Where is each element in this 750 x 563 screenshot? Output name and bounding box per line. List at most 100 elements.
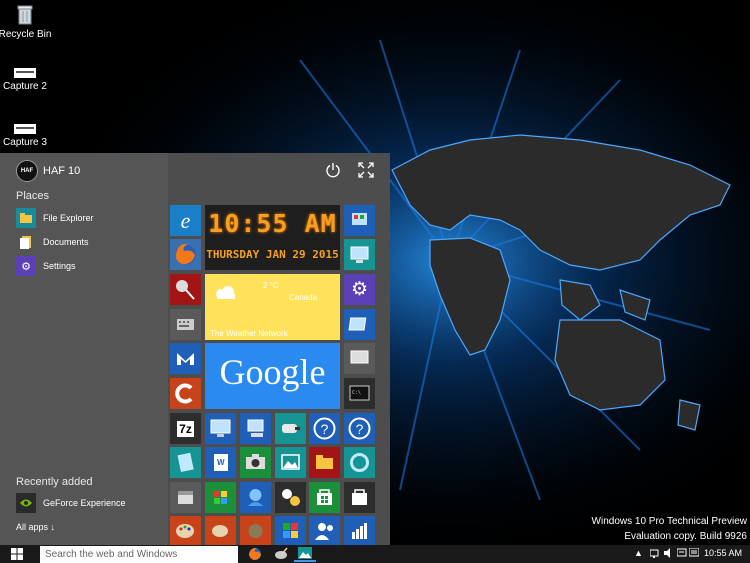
tile-app-blue-right-1[interactable] [344,205,375,236]
photos-icon [281,454,300,470]
recent-geforce-experience[interactable]: GeForce Experience [16,493,126,513]
user-account[interactable]: HAF HAF 10 [16,159,80,183]
command-prompt-icon: C:\ [349,385,370,401]
monitor-icon [350,246,369,263]
tile-photos[interactable] [275,447,306,478]
desktop-icon-capture-2[interactable]: Capture 2 [0,68,60,92]
desktop-icon-capture-3[interactable]: Capture 3 [0,124,60,148]
malwarebytes-icon [177,353,194,365]
image-file-icon [14,124,36,134]
calculator-icon [178,491,193,504]
firefox-icon [175,243,196,265]
tile-app-teal-mouse[interactable] [275,413,306,444]
tile-app-blue-3[interactable] [275,516,306,545]
tile-settings[interactable]: ⚙ [344,274,375,305]
start-menu: HAF HAF 10 Places File Explorer Document… [0,153,390,545]
tile-app-red[interactable] [170,274,201,305]
tile-app-grey-2[interactable] [170,482,201,513]
tile-clock[interactable]: 10:55 AM THURSDAY JAN 29 2015 [205,205,340,270]
svg-text:W: W [217,458,225,467]
tile-app-blue-right-2[interactable] [344,309,375,340]
finance-icon [283,523,298,538]
help-icon: ? [348,417,371,440]
weather-source: The Weather Network [210,329,288,338]
camera-icon [246,454,265,469]
tile-people[interactable] [309,516,340,545]
tile-google[interactable]: Google [205,343,340,409]
taskbar: Search the web and Windows ▲ 10:55 AM [0,545,750,563]
tile-app-blue-4[interactable] [344,516,375,545]
help-icon: ? [313,417,336,440]
tile-app-teal-right[interactable] [344,239,375,270]
action-center-icon[interactable] [689,548,699,558]
bars-icon [352,523,367,539]
language-icon[interactable] [677,548,687,558]
taskbar-app-paint[interactable] [270,546,292,562]
tile-help-2[interactable]: ? [344,413,375,444]
tile-app-teal-2[interactable] [344,447,375,478]
tile-remote-desktop[interactable] [205,413,236,444]
tile-app-green[interactable] [205,482,236,513]
tile-network[interactable] [240,413,271,444]
recent-label: GeForce Experience [43,498,126,508]
weather-location: Canada [289,293,318,302]
tile-app-grey[interactable] [170,309,201,340]
tile-app-blue-2[interactable] [240,482,271,513]
tile-camera[interactable] [240,447,271,478]
all-apps-button[interactable]: All apps ↓ [16,522,55,532]
tile-app-red-folder[interactable] [309,447,340,478]
people-icon [315,523,333,540]
build-watermark-line2: Evaluation copy. Build 9926 [624,531,747,542]
store-icon [317,489,332,505]
start-button[interactable] [0,545,34,563]
recently-added-heading: Recently added [16,476,93,488]
tile-app-orange[interactable] [205,516,236,545]
tile-store-2[interactable] [344,482,375,513]
folder-icon [16,208,36,228]
tile-app-teal-1[interactable] [170,447,201,478]
tile-help-1[interactable]: ? [309,413,340,444]
recycle-bin-icon [17,5,33,25]
tile-app-grey-right[interactable] [344,343,375,374]
google-logo-text: Google [219,352,326,392]
tile-firefox[interactable] [170,239,201,270]
place-settings[interactable]: ⚙ Settings [16,256,76,276]
tile-command-prompt[interactable]: C:\ [344,378,375,409]
tile-malwarebytes[interactable] [170,343,201,374]
taskbar-app-photos[interactable] [294,546,316,562]
window-icon [348,317,367,331]
sync-icon [350,453,369,472]
taskbar-app-firefox[interactable] [244,546,266,562]
tile-weather[interactable]: 2 °C Canada The Weather Network [205,274,340,340]
taskbar-clock[interactable]: 10:55 AM [704,548,742,558]
windows-logo-icon [11,548,23,560]
tile-7zip[interactable]: 7z [170,413,201,444]
speaker-icon[interactable] [664,548,674,558]
tile-store[interactable] [309,482,340,513]
tile-word[interactable]: W [205,447,236,478]
place-documents[interactable]: Documents [16,232,89,252]
desktop-icon-recycle-bin[interactable]: Recycle Bin [0,4,60,40]
ccleaner-icon [175,383,193,404]
network-icon[interactable] [650,548,660,558]
place-label: Documents [43,237,89,247]
tile-ccleaner[interactable] [170,378,201,409]
places-heading: Places [16,190,50,202]
expand-icon[interactable] [357,161,375,179]
search-input[interactable]: Search the web and Windows [40,546,238,563]
show-hidden-icons-button[interactable]: ▲ [634,548,643,558]
desktop-icon-label: Capture 3 [3,137,47,148]
place-file-explorer[interactable]: File Explorer [16,208,94,228]
clock-tile-date: THURSDAY JAN 29 2015 [206,248,339,261]
desktop-icon-label: Capture 2 [3,81,47,92]
mouse-icon [282,424,300,433]
tile-app-orange-2[interactable] [240,516,271,545]
tile-paint[interactable] [170,516,201,545]
tile-internet-explorer[interactable]: e [170,205,201,236]
tile-app-dark[interactable] [275,482,306,513]
7zip-icon: 7z [177,420,194,437]
character-icon [248,489,263,506]
cloud-icon [216,286,235,299]
weather-temperature: 2 °C [263,281,279,290]
power-icon[interactable] [324,161,342,179]
